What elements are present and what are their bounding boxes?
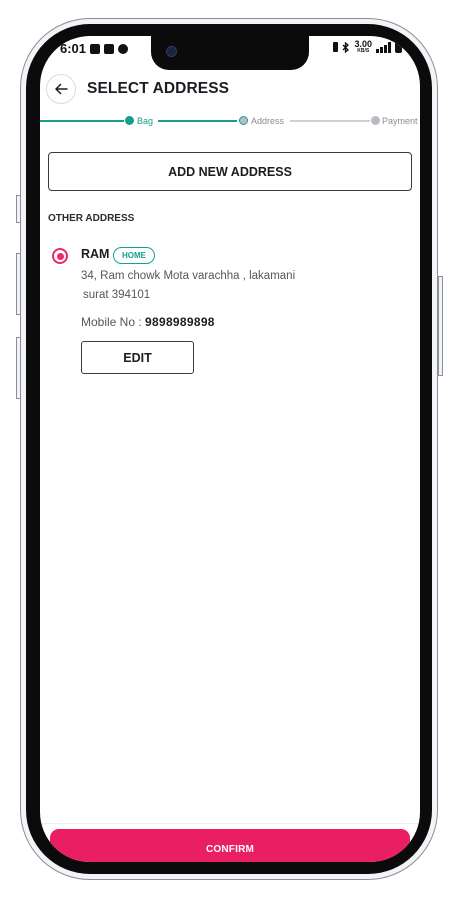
step-label-payment: Payment <box>382 116 418 126</box>
battery-icon <box>395 41 402 53</box>
add-new-address-button[interactable]: ADD NEW ADDRESS <box>48 152 412 191</box>
step-dot-payment <box>371 116 380 125</box>
section-label-other-address: OTHER ADDRESS <box>48 213 135 224</box>
teams-icon <box>90 43 101 54</box>
status-bar-left: 6:01 <box>60 41 129 56</box>
address-name: RAM <box>81 247 110 261</box>
whatsapp-icon <box>118 43 129 54</box>
page-title: SELECT ADDRESS <box>87 80 230 97</box>
step-label-bag: Bag <box>137 116 154 126</box>
step-label-address: Address <box>251 116 285 126</box>
bluetooth-icon <box>343 41 350 53</box>
address-card[interactable]: RAM HOME 34, Ram chowk Mota varachha , l… <box>52 246 402 376</box>
vibrate-icon <box>333 42 339 52</box>
checkout-stepper: Bag Address Payment <box>40 114 420 128</box>
instagram-icon <box>104 43 115 54</box>
network-speed-unit: KB/S <box>357 48 370 54</box>
back-button[interactable] <box>46 74 76 104</box>
radio-selected-dot <box>56 252 64 260</box>
address-line-1: 34, Ram chowk Mota varachha , lakamani <box>81 270 296 282</box>
address-radio[interactable] <box>52 248 68 264</box>
side-button-volume-down <box>16 337 21 399</box>
camera-icon <box>166 46 177 57</box>
network-speed: 3.00 KB/S <box>354 40 372 54</box>
side-button-volume-up <box>16 253 21 315</box>
mobile-row: Mobile No : 9898989898 <box>81 315 215 329</box>
stepper-line-bag <box>40 120 124 122</box>
status-bar-right: 3.00 KB/S <box>333 40 402 54</box>
edit-address-button[interactable]: EDIT <box>81 341 194 374</box>
screen: 6:01 3.00 KB/S SELECT ADDRESS Bag Addres… <box>40 36 420 862</box>
side-button-power <box>438 276 443 376</box>
mobile-label: Mobile No : <box>81 315 146 329</box>
step-dot-bag <box>125 116 134 125</box>
address-type-badge: HOME <box>113 247 155 264</box>
footer-divider <box>40 823 420 824</box>
header: SELECT ADDRESS <box>46 74 229 104</box>
status-time: 6:01 <box>60 41 87 56</box>
step-dot-address <box>239 116 248 125</box>
confirm-button[interactable]: CONFIRM <box>50 829 410 862</box>
arrow-left-icon <box>55 83 68 95</box>
side-button-silent <box>16 195 21 223</box>
mobile-number: 9898989898 <box>145 315 215 329</box>
signal-icon <box>376 41 391 53</box>
address-line-2: surat 394101 <box>83 289 151 301</box>
stepper-line-address <box>158 120 237 122</box>
stepper-line-payment <box>290 120 370 122</box>
